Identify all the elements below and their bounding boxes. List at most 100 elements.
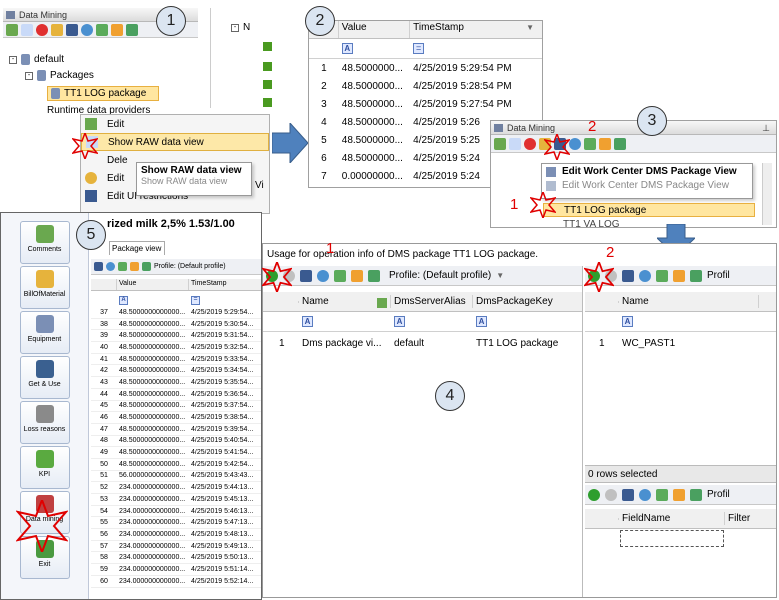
- alias-cell[interactable]: default: [391, 337, 473, 350]
- timestamp-cell[interactable]: 4/25/2019 5:39:54...: [189, 426, 261, 433]
- timestamp-cell[interactable]: 4/25/2019 5:45:13...: [189, 496, 261, 503]
- delete-icon[interactable]: [36, 23, 48, 36]
- timestamp-cell[interactable]: 4/25/2019 5:42:54...: [189, 461, 261, 468]
- key-cell[interactable]: TT1 LOG package: [473, 337, 573, 350]
- value-cell[interactable]: 234.000000000000...: [117, 554, 189, 561]
- menu-item-edit-wc-view-disabled[interactable]: Edit Work Center DMS Package View: [542, 179, 752, 192]
- table-row[interactable]: 46 48.5000000000000... 4/25/2019 5:38:54..…: [91, 412, 261, 424]
- profile-selector[interactable]: Profil: [707, 270, 730, 281]
- clipboard-icon[interactable]: [673, 269, 685, 282]
- timestamp-cell[interactable]: 4/25/2019 5:33:54...: [189, 356, 261, 363]
- arrow-icon[interactable]: [334, 269, 346, 282]
- panel3-selected-package[interactable]: TT1 LOG package: [543, 203, 755, 217]
- filter-text-icon[interactable]: A: [476, 316, 487, 327]
- value-cell[interactable]: 48.5000000000000...: [117, 414, 189, 421]
- table-row[interactable]: 49 48.5000000000000... 4/25/2019 5:41:54..…: [91, 447, 261, 459]
- filter-text-icon[interactable]: A: [341, 43, 353, 54]
- refresh-icon[interactable]: [639, 488, 651, 501]
- value-cell[interactable]: 234.000000000000...: [117, 496, 189, 503]
- user-icon[interactable]: [51, 23, 63, 36]
- arrow-icon[interactable]: [656, 269, 668, 282]
- tree-root[interactable]: - default: [9, 54, 64, 65]
- filter-text-icon[interactable]: A: [119, 296, 128, 305]
- value-cell[interactable]: 234.000000000000...: [117, 531, 189, 538]
- binoculars-icon[interactable]: [622, 269, 634, 282]
- export-icon[interactable]: [690, 269, 702, 282]
- clipboard-icon[interactable]: [673, 488, 685, 501]
- table-row[interactable]: 55 234.000000000000... 4/25/2019 5:47:13..…: [91, 517, 261, 530]
- timestamp-cell[interactable]: 4/25/2019 5:40:54...: [189, 437, 261, 444]
- binoculars-icon[interactable]: [66, 23, 78, 36]
- value-cell[interactable]: 48.5000000000000...: [117, 367, 189, 374]
- table-row[interactable]: 50 48.5000000000000... 4/25/2019 5:42:54..…: [91, 459, 261, 471]
- value-cell[interactable]: 48.5000000000000...: [117, 449, 189, 456]
- value-cell[interactable]: 48.5000000000000...: [117, 344, 189, 351]
- collapse-icon[interactable]: -: [25, 71, 33, 80]
- timestamp-cell[interactable]: 4/25/2019 5:50:13...: [189, 554, 261, 561]
- value-cell[interactable]: 48.5000000000000...: [117, 402, 189, 409]
- table-row[interactable]: 1 48.5000000... 4/25/2019 5:29:54 PM: [309, 59, 542, 77]
- panel3-below-item[interactable]: TT1 VA LOG: [563, 219, 620, 227]
- kpi-button[interactable]: KPI: [19, 446, 70, 489]
- profile-selector[interactable]: Profile: (Default profile): [154, 263, 226, 270]
- export-icon[interactable]: [368, 269, 380, 282]
- fieldname-column-header[interactable]: FieldName: [619, 512, 725, 525]
- profile-selector[interactable]: Profil: [707, 489, 730, 500]
- tree-packages[interactable]: - Packages: [25, 70, 94, 81]
- server-alias-header[interactable]: DmsServerAlias: [391, 295, 473, 308]
- value-cell[interactable]: 234.000000000000...: [117, 543, 189, 550]
- table-row[interactable]: 59 234.000000000000... 4/25/2019 5:51:14..…: [91, 564, 261, 576]
- timestamp-cell[interactable]: 4/25/2019 5:38:54...: [189, 414, 261, 421]
- table-row[interactable]: 39 48.5000000000000... 4/25/2019 5:31:54..…: [91, 330, 261, 343]
- arrow-icon[interactable]: [584, 137, 596, 150]
- table-row[interactable]: 2 48.5000000... 4/25/2019 5:28:54 PM: [309, 77, 542, 95]
- export-icon[interactable]: [126, 23, 138, 36]
- name-column-header[interactable]: Name: [619, 295, 759, 308]
- name-cell[interactable]: Dms package vi...: [299, 337, 391, 350]
- clipboard-icon[interactable]: [130, 262, 139, 271]
- menu-item-show-raw[interactable]: Show RAW data view: [81, 133, 269, 151]
- timestamp-cell[interactable]: 4/25/2019 5:35:54...: [189, 379, 261, 386]
- value-cell[interactable]: 48.5000000...: [339, 98, 410, 111]
- delete-icon[interactable]: [524, 137, 536, 150]
- menu-item-edit[interactable]: Edit: [81, 115, 269, 133]
- table-row[interactable]: 42 48.5000000000000... 4/25/2019 5:34:54..…: [91, 365, 261, 378]
- value-column-header[interactable]: Value: [339, 21, 411, 38]
- table-row[interactable]: 53 234.000000000000... 4/25/2019 5:45:13..…: [91, 494, 261, 506]
- filter-text-icon[interactable]: A: [302, 316, 313, 327]
- bill-of-material-button[interactable]: BillOfMaterial: [19, 266, 70, 309]
- timestamp-cell[interactable]: 4/25/2019 5:46:13...: [189, 508, 261, 515]
- filter-text-icon[interactable]: A: [622, 316, 633, 327]
- value-cell[interactable]: 48.5000000000000...: [117, 461, 189, 468]
- value-cell[interactable]: 48.5000000000000...: [117, 426, 189, 433]
- value-cell[interactable]: 48.5000000000000...: [117, 391, 189, 398]
- export-icon[interactable]: [690, 488, 702, 501]
- refresh-icon[interactable]: [106, 262, 115, 271]
- timestamp-cell[interactable]: 4/25/2019 5:29:54...: [189, 309, 261, 316]
- filter-equals-icon[interactable]: =: [191, 296, 200, 305]
- profile-selector[interactable]: Profile: (Default profile): [389, 270, 491, 281]
- arrow-icon[interactable]: [656, 488, 668, 501]
- refresh-icon[interactable]: [639, 269, 651, 282]
- scrollbar[interactable]: [762, 163, 772, 225]
- table-row[interactable]: 40 48.5000000000000... 4/25/2019 5:32:54..…: [91, 342, 261, 354]
- timestamp-cell[interactable]: 4/25/2019 5:29:54 PM: [410, 62, 542, 75]
- table-row[interactable]: 45 48.5000000000000... 4/25/2019 5:37:54..…: [91, 401, 261, 413]
- table-row[interactable]: 38 48.5000000000000... 4/25/2019 5:30:54..…: [91, 319, 261, 331]
- table-row[interactable]: 51 56.0000000000000... 4/25/2019 5:43:43..…: [91, 471, 261, 483]
- table-row[interactable]: 43 48.5000000000000... 4/25/2019 5:35:54..…: [91, 377, 261, 389]
- table-row[interactable]: 52 234.000000000000... 4/25/2019 5:44:13..…: [91, 482, 261, 494]
- chevron-down-icon[interactable]: ▼: [496, 271, 504, 280]
- name-column-header[interactable]: Name: [299, 295, 391, 308]
- tree-selected-package[interactable]: TT1 LOG package: [47, 86, 159, 101]
- value-cell[interactable]: 48.5000000000000...: [117, 356, 189, 363]
- edit-icon[interactable]: [6, 23, 18, 36]
- timestamp-cell[interactable]: 4/25/2019 5:47:13...: [189, 519, 261, 526]
- refresh-icon[interactable]: [569, 137, 581, 150]
- table-row[interactable]: 41 48.5000000000000... 4/25/2019 5:33:54..…: [91, 354, 261, 366]
- value-cell[interactable]: 0.00000000...: [339, 170, 410, 183]
- tab-package-view[interactable]: Package view: [109, 241, 165, 255]
- timestamp-column-header[interactable]: TimeStamp: [189, 279, 261, 290]
- clipboard-icon[interactable]: [351, 269, 363, 282]
- value-cell[interactable]: 234.000000000000...: [117, 578, 189, 585]
